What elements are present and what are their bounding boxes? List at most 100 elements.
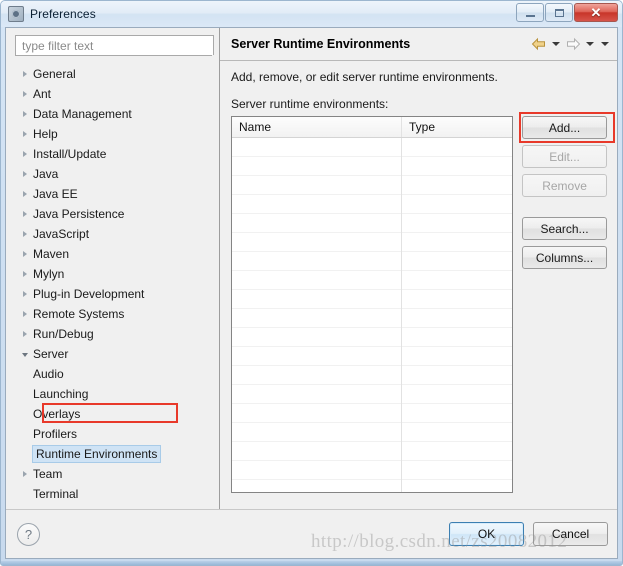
tree-twisty[interactable] <box>17 144 33 164</box>
tree-twisty[interactable] <box>17 244 33 264</box>
preference-tree[interactable]: General Ant Data Management Help Install/Upd… <box>10 60 219 509</box>
tree-twisty[interactable] <box>17 64 33 84</box>
preferences-window: Preferences ✕ General Ant Data Management H… <box>0 0 623 566</box>
sidebar-item-help[interactable]: Help <box>10 124 219 144</box>
column-separator <box>401 138 402 492</box>
table-row[interactable] <box>232 328 513 347</box>
sidebar-item-terminal[interactable]: Terminal <box>10 484 219 504</box>
table-row[interactable] <box>232 290 513 309</box>
tree-twisty[interactable] <box>17 124 33 144</box>
table-action-buttons: Add... Edit... Remove Search... Columns... <box>519 112 616 493</box>
table-row[interactable] <box>232 385 513 404</box>
sidebar-item-mylyn[interactable]: Mylyn <box>10 264 219 284</box>
sidebar-item-label: Run/Debug <box>33 327 94 341</box>
tree-twisty-empty <box>17 484 33 504</box>
column-header-name[interactable]: Name <box>232 117 402 137</box>
sidebar-item-run-debug[interactable]: Run/Debug <box>10 324 219 344</box>
sidebar-item-audio[interactable]: Audio <box>10 364 219 384</box>
sidebar-item-remote-systems[interactable]: Remote Systems <box>10 304 219 324</box>
tree-twisty[interactable] <box>17 164 33 184</box>
table-row[interactable] <box>232 404 513 423</box>
close-button[interactable]: ✕ <box>574 3 618 22</box>
table-row[interactable] <box>232 366 513 385</box>
table-row[interactable] <box>232 461 513 480</box>
sidebar-item-team[interactable]: Team <box>10 464 219 484</box>
runtime-environments-table[interactable]: Name Type <box>231 116 514 493</box>
search-input[interactable] <box>20 37 209 54</box>
tree-twisty[interactable] <box>17 184 33 204</box>
sidebar-item-label: Server <box>33 347 69 361</box>
filter-box[interactable] <box>15 35 214 56</box>
forward-arrow-icon[interactable] <box>565 37 581 51</box>
tree-twisty[interactable] <box>17 264 33 284</box>
tree-twisty[interactable] <box>17 84 33 104</box>
chevron-right-icon <box>23 91 27 97</box>
tree-twisty[interactable] <box>17 104 33 124</box>
chevron-right-icon <box>23 311 27 317</box>
table-row[interactable] <box>232 195 513 214</box>
sidebar-item-profilers[interactable]: Profilers <box>10 424 219 444</box>
sidebar-item-maven[interactable]: Maven <box>10 244 219 264</box>
tree-twisty[interactable] <box>17 304 33 324</box>
table-row[interactable] <box>232 423 513 442</box>
back-arrow-icon[interactable] <box>531 37 547 51</box>
table-row[interactable] <box>232 138 513 157</box>
chevron-right-icon <box>23 171 27 177</box>
table-body[interactable] <box>232 138 513 492</box>
sidebar-item-runtime-environments[interactable]: Runtime Environments <box>10 444 219 464</box>
sidebar-item-java-persistence[interactable]: Java Persistence <box>10 204 219 224</box>
table-row[interactable] <box>232 157 513 176</box>
columns-button[interactable]: Columns... <box>522 246 607 269</box>
tree-twisty[interactable] <box>17 324 33 344</box>
sidebar-item-javascript[interactable]: JavaScript <box>10 224 219 244</box>
table-and-buttons: Name Type Add... Edit... Remove Search... Col… <box>231 112 616 509</box>
search-button[interactable]: Search... <box>522 217 607 240</box>
tree-twisty[interactable] <box>17 344 33 364</box>
sidebar-item-general[interactable]: General <box>10 64 219 84</box>
ok-button[interactable]: OK <box>449 522 524 546</box>
tree-twisty[interactable] <box>17 224 33 244</box>
sidebar-item-label: Data Management <box>33 107 132 121</box>
table-row[interactable] <box>232 214 513 233</box>
chevron-right-icon <box>23 231 27 237</box>
maximize-button[interactable] <box>545 3 573 22</box>
table-row[interactable] <box>232 347 513 366</box>
help-icon[interactable]: ? <box>17 522 40 546</box>
table-row[interactable] <box>232 480 512 492</box>
sidebar-item-server[interactable]: Server <box>10 344 219 364</box>
sidebar-item-install-update[interactable]: Install/Update <box>10 144 219 164</box>
table-row[interactable] <box>232 176 513 195</box>
window-title: Preferences <box>30 7 96 21</box>
preferences-icon <box>8 6 24 22</box>
sidebar-item-label: Terminal <box>33 487 79 501</box>
sidebar-item-plug-in-development[interactable]: Plug-in Development <box>10 284 219 304</box>
table-row[interactable] <box>232 309 513 328</box>
tree-twisty[interactable] <box>17 464 33 484</box>
cancel-button[interactable]: Cancel <box>533 522 608 546</box>
add-button[interactable]: Add... <box>522 116 607 139</box>
chevron-right-icon <box>23 211 27 217</box>
dialog-body: General Ant Data Management Help Install/Upd… <box>6 28 617 509</box>
sidebar-item-data-management[interactable]: Data Management <box>10 104 219 124</box>
sidebar-item-overlays[interactable]: Overlays <box>10 404 219 424</box>
tree-twisty[interactable] <box>17 284 33 304</box>
table-row[interactable] <box>232 442 513 461</box>
chevron-right-icon <box>23 331 27 337</box>
dialog-client-area: General Ant Data Management Help Install/Upd… <box>5 27 618 559</box>
back-dropdown-icon[interactable] <box>552 42 560 46</box>
sidebar-item-label: Java Persistence <box>33 207 125 221</box>
table-row[interactable] <box>232 233 513 252</box>
forward-dropdown-icon[interactable] <box>586 42 594 46</box>
sidebar-item-java-ee[interactable]: Java EE <box>10 184 219 204</box>
sidebar-item-label: JavaScript <box>33 227 90 241</box>
column-header-type[interactable]: Type <box>402 117 512 137</box>
table-row[interactable] <box>232 252 513 271</box>
sidebar-item-ant[interactable]: Ant <box>10 84 219 104</box>
view-menu-icon[interactable] <box>601 42 609 46</box>
sidebar-item-java[interactable]: Java <box>10 164 219 184</box>
table-row[interactable] <box>232 271 513 290</box>
tree-scrollbar[interactable] <box>212 55 218 507</box>
tree-twisty[interactable] <box>17 204 33 224</box>
sidebar-item-launching[interactable]: Launching <box>10 384 219 404</box>
minimize-button[interactable] <box>516 3 544 22</box>
